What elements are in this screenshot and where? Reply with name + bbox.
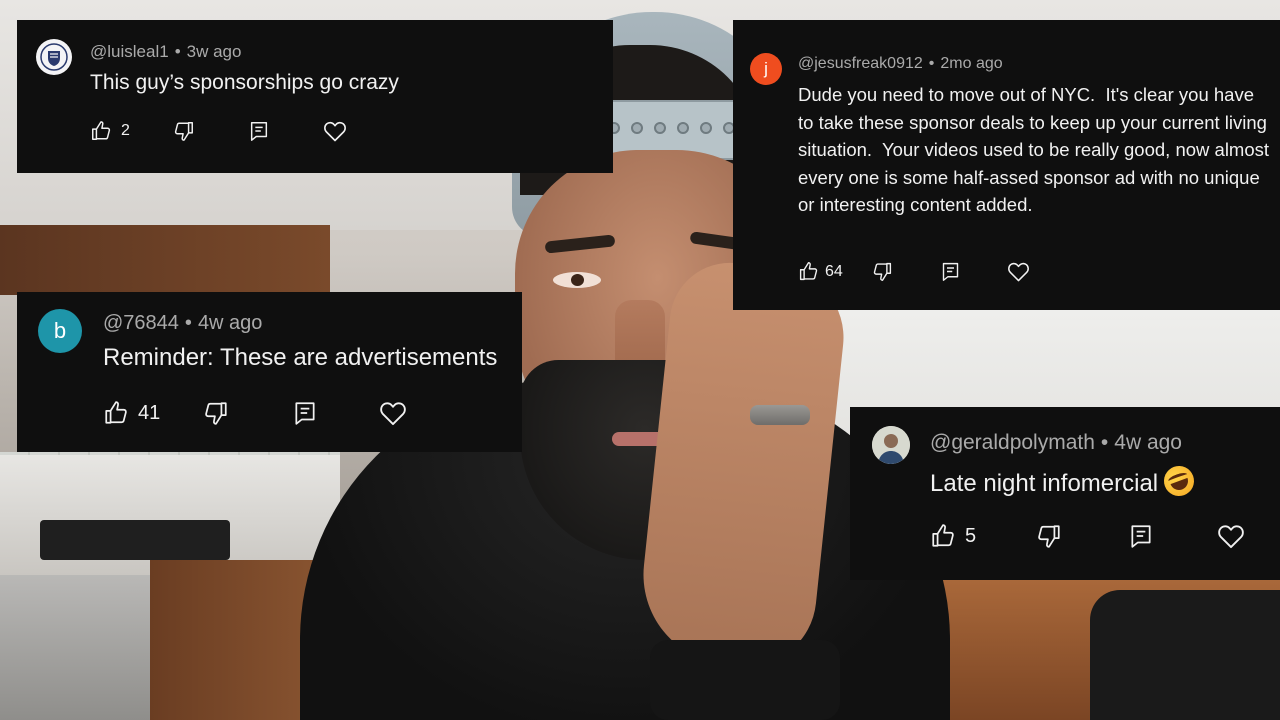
comment-text: Dude you need to move out of NYC. It's c… bbox=[798, 84, 1275, 216]
heart-icon bbox=[1218, 525, 1244, 549]
profile-photo-icon bbox=[872, 426, 910, 464]
avatar-letter: j bbox=[764, 59, 768, 78]
separator-dot: • bbox=[928, 55, 935, 72]
comment-card: @luisleal1 • 3w ago This guy’s sponsorship… bbox=[17, 20, 613, 173]
dislike-button[interactable] bbox=[1036, 523, 1062, 549]
comment-text: Reminder: These are advertisements bbox=[103, 344, 498, 371]
comment-text: This guy’s sponsorships go crazy bbox=[90, 71, 399, 94]
comment-actions: 64 bbox=[798, 261, 1030, 282]
reply-comment-icon bbox=[942, 262, 958, 281]
dislike-button[interactable] bbox=[203, 400, 229, 426]
comment-time[interactable]: 4w ago bbox=[1114, 431, 1182, 454]
like-count: 5 bbox=[965, 524, 977, 547]
like-count: 41 bbox=[138, 401, 161, 424]
dislike-button[interactable] bbox=[872, 261, 893, 282]
thumbs-up-icon bbox=[932, 524, 954, 547]
comment-username[interactable]: @luisleal1 bbox=[90, 42, 169, 61]
separator-dot: • bbox=[184, 312, 192, 334]
comment-time[interactable]: 2mo ago bbox=[940, 55, 1002, 72]
thumbs-up-icon bbox=[92, 121, 111, 140]
comment-meta: @jesusfreak0912 • 2mo ago bbox=[798, 55, 1003, 73]
rolling-on-floor-laughing-emoji-icon bbox=[1159, 461, 1199, 501]
avatar[interactable]: b bbox=[38, 309, 82, 353]
reply-button[interactable] bbox=[940, 261, 961, 282]
like-button[interactable]: 5 bbox=[930, 523, 976, 549]
like-count: 64 bbox=[825, 262, 843, 280]
reply-button[interactable] bbox=[248, 120, 270, 142]
reply-comment-icon bbox=[1131, 525, 1151, 548]
comment-actions: 2 bbox=[90, 120, 347, 142]
like-button[interactable]: 64 bbox=[798, 261, 843, 282]
heart-button[interactable] bbox=[379, 400, 407, 426]
left-eye bbox=[553, 272, 601, 288]
like-count: 2 bbox=[121, 122, 130, 139]
separator-dot: • bbox=[1100, 431, 1109, 454]
comment-text-content: Late night infomercial bbox=[930, 470, 1159, 497]
comment-meta: @76844 • 4w ago bbox=[103, 312, 262, 335]
heart-button[interactable] bbox=[1007, 261, 1030, 282]
thumbs-up-icon bbox=[105, 401, 127, 424]
heart-icon bbox=[380, 402, 407, 426]
thumbs-down-icon bbox=[174, 122, 193, 141]
reply-comment-icon bbox=[295, 402, 315, 425]
wristwatch bbox=[650, 640, 840, 720]
reply-button[interactable] bbox=[1128, 523, 1154, 549]
heart-button[interactable] bbox=[323, 120, 347, 142]
comment-meta: @luisleal1 • 3w ago bbox=[90, 42, 241, 62]
comment-username[interactable]: @geraldpolymath bbox=[930, 431, 1095, 454]
thumbs-up-icon bbox=[799, 262, 818, 281]
comment-card: b @76844 • 4w ago Reminder: These are adve… bbox=[17, 292, 522, 452]
like-button[interactable]: 2 bbox=[90, 120, 130, 142]
avatar[interactable]: j bbox=[750, 53, 782, 85]
avatar[interactable] bbox=[872, 426, 910, 464]
comment-time[interactable]: 4w ago bbox=[198, 312, 263, 334]
separator-dot: • bbox=[174, 42, 181, 61]
reply-button[interactable] bbox=[292, 400, 318, 426]
comment-actions: 41 bbox=[103, 400, 407, 426]
dislike-button[interactable] bbox=[173, 120, 195, 142]
heart-icon bbox=[323, 121, 346, 142]
comment-time[interactable]: 3w ago bbox=[187, 42, 242, 61]
heart-button[interactable] bbox=[1217, 523, 1245, 549]
reply-comment-icon bbox=[250, 122, 267, 141]
ring bbox=[750, 405, 810, 425]
thumbs-down-icon bbox=[1038, 525, 1060, 548]
comment-card: j @jesusfreak0912 • 2mo ago Dude you need … bbox=[733, 20, 1280, 310]
comment-meta: @geraldpolymath • 4w ago bbox=[930, 431, 1182, 455]
crest-logo-icon bbox=[40, 43, 68, 71]
comment-actions: 5 bbox=[930, 523, 1245, 549]
comment-text: Late night infomercial bbox=[930, 461, 1199, 501]
comment-username[interactable]: @jesusfreak0912 bbox=[798, 55, 923, 72]
comment-card: @geraldpolymath • 4w ago Late night infome… bbox=[850, 407, 1280, 580]
thumbs-down-icon bbox=[873, 262, 891, 281]
avatar[interactable] bbox=[36, 39, 72, 75]
like-button[interactable]: 41 bbox=[103, 400, 160, 426]
comment-username[interactable]: @76844 bbox=[103, 312, 179, 334]
heart-icon bbox=[1007, 262, 1029, 282]
thumbs-down-icon bbox=[205, 402, 227, 425]
avatar-letter: b bbox=[53, 318, 67, 343]
